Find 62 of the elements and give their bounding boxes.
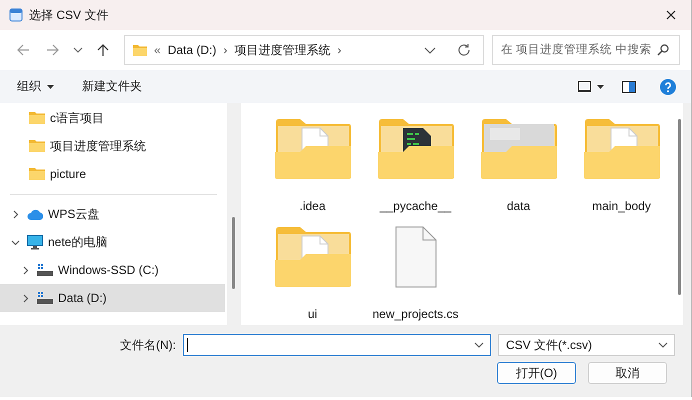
folder-item[interactable]: ui — [261, 226, 364, 325]
forward-icon — [46, 43, 60, 57]
sidebar-item[interactable]: WPS云盘 — [0, 200, 225, 228]
breadcrumb[interactable]: Data (D:) — [168, 43, 216, 57]
breadcrumb-separator[interactable]: › — [223, 43, 228, 57]
filename-field[interactable] — [183, 334, 491, 356]
folder-icon — [29, 138, 45, 154]
chevron-down-icon[interactable] — [474, 342, 484, 348]
file-item[interactable]: new_projects.cs — [364, 226, 467, 325]
sidebar-item[interactable]: 项目进度管理系统 — [0, 132, 225, 160]
organize-menu-button[interactable]: 组织 — [12, 74, 59, 98]
up-icon — [96, 43, 110, 57]
search-icon — [657, 44, 669, 56]
chevron-right-icon[interactable] — [20, 294, 30, 302]
search-field[interactable]: 在 项目进度管理系统 中搜索 — [492, 35, 680, 65]
chevron-down-icon[interactable] — [10, 238, 20, 246]
address-bar[interactable]: « Data (D:) › 项目进度管理系统 › — [124, 35, 484, 65]
open-button[interactable]: 打开(O) — [497, 362, 576, 384]
breadcrumb-separator[interactable]: › — [337, 43, 342, 57]
folder-item[interactable]: .idea — [261, 118, 364, 226]
folder-icon — [29, 110, 45, 126]
chevron-down-icon — [658, 342, 668, 348]
sidebar-item[interactable]: nete的电脑 — [0, 228, 225, 256]
drive-icon — [37, 290, 53, 306]
window-icon — [9, 8, 23, 22]
caret-icon — [597, 84, 604, 88]
folder-icon — [133, 44, 147, 56]
filename-label: 文件名(N): — [120, 336, 176, 354]
preview-pane-icon — [622, 80, 636, 92]
folder-item[interactable]: __pycache__ — [364, 118, 467, 226]
sidebar-item[interactable]: c语言项目 — [0, 104, 225, 132]
breadcrumb[interactable]: 项目进度管理系统 — [234, 42, 330, 58]
folder-icon — [480, 118, 558, 180]
cancel-button[interactable]: 取消 — [588, 362, 667, 384]
window-title: 选择 CSV 文件 — [29, 6, 108, 24]
chevron-right-icon[interactable] — [10, 210, 20, 218]
computer-icon — [27, 234, 43, 250]
chevron-right-icon[interactable] — [20, 266, 30, 274]
folder-item[interactable]: data — [467, 118, 570, 226]
back-icon — [16, 43, 30, 57]
close-icon — [666, 10, 676, 20]
folder-icon — [274, 118, 352, 180]
file-type-dropdown[interactable]: CSV 文件(*.csv) — [498, 334, 675, 356]
chevron-down-icon[interactable] — [424, 46, 436, 54]
text-cursor — [187, 338, 188, 352]
chevron-down-icon — [73, 47, 83, 53]
scrollbar[interactable] — [227, 103, 241, 325]
refresh-icon[interactable] — [457, 43, 471, 57]
caret-icon — [47, 84, 54, 88]
folder-item[interactable]: main_body — [570, 118, 673, 226]
help-icon — [660, 78, 676, 94]
folder-icon — [274, 226, 352, 288]
sidebar-item[interactable]: picture — [0, 160, 225, 188]
folder-icon — [582, 118, 660, 180]
drive-icon — [37, 262, 53, 278]
folder-icon — [29, 166, 45, 182]
overflow-chevron[interactable]: « — [154, 43, 161, 57]
new-folder-button[interactable]: 新建文件夹 — [77, 74, 147, 98]
view-icon — [578, 81, 591, 92]
sidebar-item[interactable]: Windows-SSD (C:) — [0, 256, 225, 284]
folder-icon — [376, 118, 454, 180]
sidebar-item[interactable]: Data (D:) — [0, 284, 225, 312]
